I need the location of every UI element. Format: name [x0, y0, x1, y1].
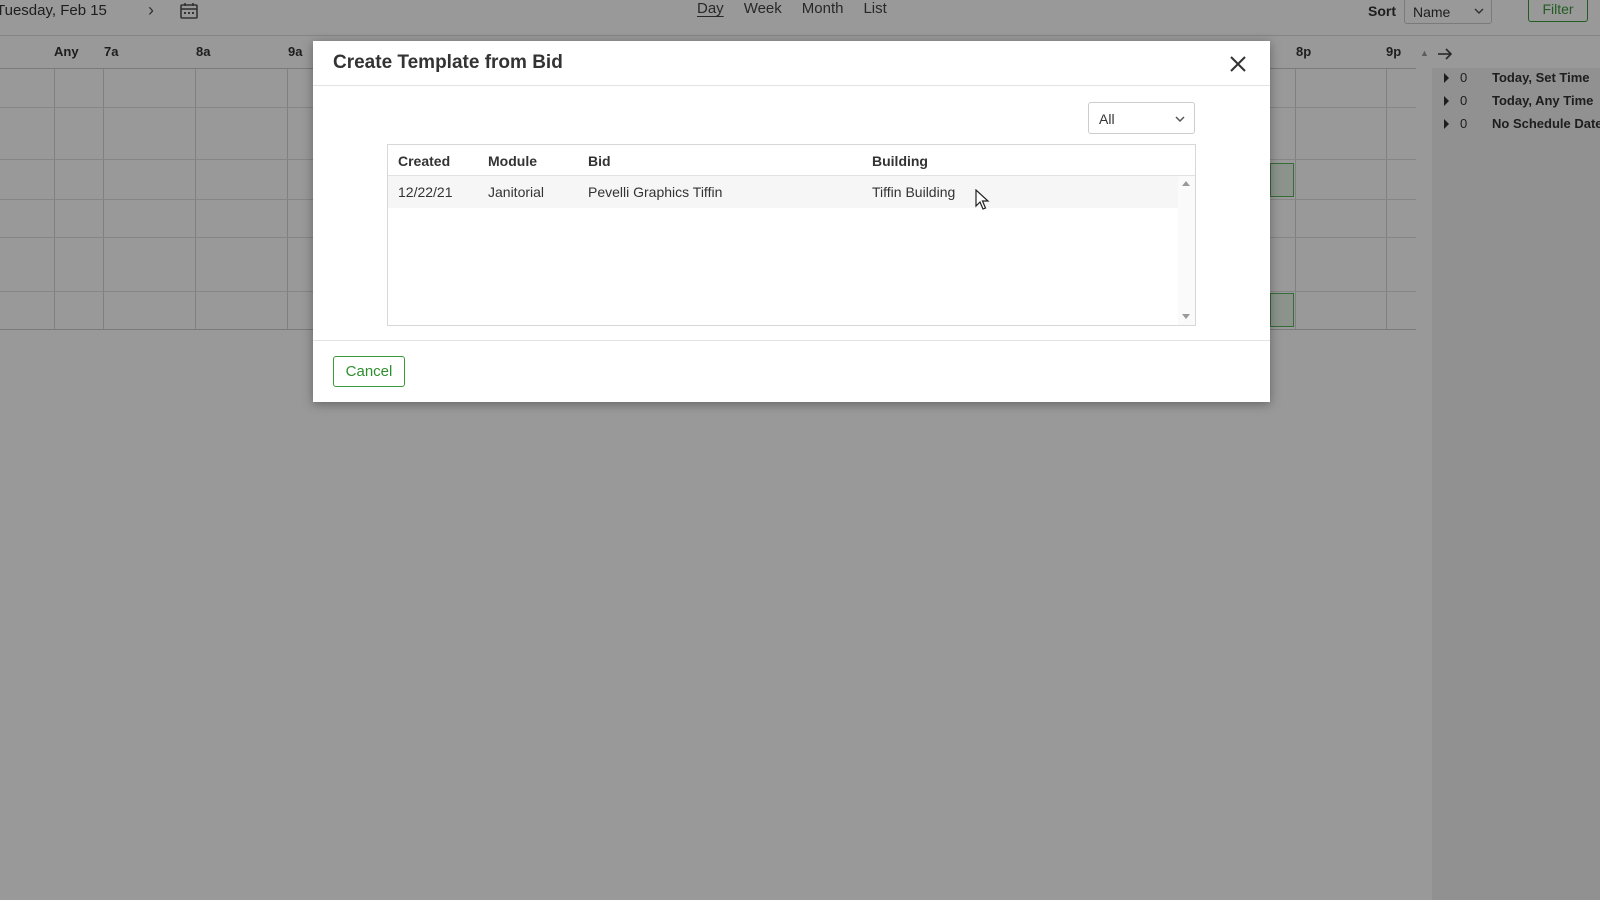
chevron-down-icon — [1175, 116, 1185, 123]
module-filter-value: All — [1099, 111, 1115, 127]
close-icon[interactable] — [1225, 51, 1251, 77]
column-header-bid[interactable]: Bid — [588, 153, 611, 169]
cell-bid: Pevelli Graphics Tiffin — [588, 184, 723, 200]
mouse-pointer-icon — [975, 189, 990, 210]
table-body: 12/22/21 Janitorial Pevelli Graphics Tif… — [388, 176, 1195, 325]
dialog-footer-divider — [313, 340, 1270, 341]
module-filter-select[interactable]: All — [1088, 102, 1195, 134]
cell-building: Tiffin Building — [872, 184, 956, 200]
cell-module: Janitorial — [488, 184, 545, 200]
table-scrollbar[interactable] — [1178, 176, 1195, 325]
table-header: Created Module Bid Building — [388, 145, 1195, 176]
scroll-up-icon[interactable] — [1182, 181, 1190, 186]
dialog-title: Create Template from Bid — [333, 52, 563, 73]
cancel-button[interactable]: Cancel — [333, 356, 405, 387]
column-header-created[interactable]: Created — [398, 153, 450, 169]
column-header-module[interactable]: Module — [488, 153, 537, 169]
cell-created: 12/22/21 — [398, 184, 453, 200]
dialog-header: Create Template from Bid — [313, 41, 1270, 86]
bids-table: Created Module Bid Building 12/22/21 Jan… — [387, 144, 1196, 326]
create-template-dialog: Create Template from Bid All Created Mod… — [313, 41, 1270, 402]
scroll-down-icon[interactable] — [1182, 314, 1190, 319]
table-row[interactable]: 12/22/21 Janitorial Pevelli Graphics Tif… — [388, 176, 1178, 208]
column-header-building[interactable]: Building — [872, 153, 928, 169]
